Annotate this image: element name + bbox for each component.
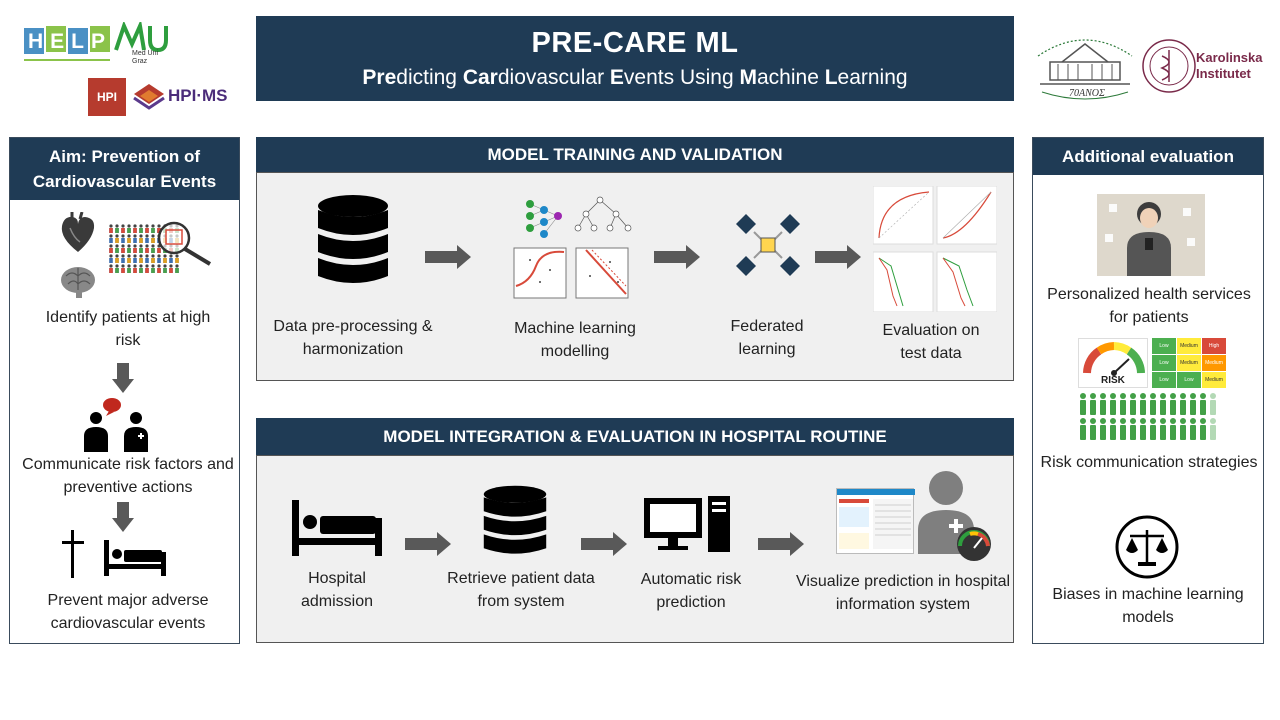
arrow-right (758, 532, 804, 561)
brain-icon (60, 264, 96, 305)
heart-icon (58, 211, 98, 259)
subtitle-part: achine (756, 66, 825, 89)
subtitle-part: vents Using (623, 66, 740, 89)
title-banner: PRE-CARE ML Predicting Cardiovascular Ev… (256, 16, 1014, 101)
arrow-right (654, 245, 700, 274)
subtitle-part: Car (462, 66, 498, 89)
personalized-health-image (1097, 194, 1205, 276)
ml-modelling-diagram (510, 186, 640, 300)
risk-cell: Medium (1202, 355, 1226, 371)
risk-cell: Medium (1202, 372, 1226, 388)
database-icon (316, 194, 390, 295)
integration-step-3-label: Automatic risk prediction (640, 571, 742, 611)
subtitle-part: Pre (362, 66, 397, 89)
subtitle-part: diovascular (497, 66, 610, 89)
scales-of-justice-icon (1114, 514, 1180, 585)
doctor-avatar-icon (916, 470, 996, 567)
integration-step-2-label: Retrieve patient data from system (447, 570, 595, 610)
risk-gauge-icon: RISK (1078, 338, 1148, 388)
evaluation-plots (872, 185, 998, 313)
subtitle-part: E (609, 66, 624, 89)
risk-cell: Low (1152, 338, 1176, 354)
page-subtitle: Predicting Cardiovascular Events Using M… (362, 66, 907, 90)
arrow-right (581, 532, 627, 561)
subtitle-part: M (739, 66, 757, 89)
subtitle-part: L (824, 66, 838, 89)
subtitle-part: dicting (396, 66, 463, 89)
additional-item-3-label: Biases in machine learning models (1052, 586, 1244, 626)
athens-university-logo: 70ΑΝΟΣ (1032, 26, 1138, 106)
magnifier-icon (154, 220, 214, 271)
database-icon (482, 485, 548, 564)
risk-cell: Medium (1177, 355, 1201, 371)
integration-step-4-label: Visualize prediction in hospital informa… (795, 573, 1011, 613)
training-step-2-label: Machine learning modelling (514, 320, 636, 360)
people-icon-array (1078, 392, 1224, 442)
aim-header: Aim: Prevention of Cardiovascular Events (10, 138, 239, 200)
aim-step-1-label: Identify patients at high risk (45, 309, 211, 349)
hpi-text: HPI (96, 90, 117, 104)
training-step-1-label: Data pre-processing & harmonization (273, 318, 433, 358)
karolinska-text-2: Institutet (1196, 66, 1251, 81)
risk-matrix: Low Medium High Low Medium Medium Low Lo… (1152, 338, 1226, 388)
risk-cell: High (1202, 338, 1226, 354)
down-arrow-2 (112, 502, 134, 537)
training-step-4-label: Evaluation on test data (882, 322, 980, 362)
training-header: MODEL TRAINING AND VALIDATION (256, 137, 1014, 172)
integration-step-1-label: Hospital admission (300, 570, 374, 610)
meduni-text: Med Uni Graz (132, 50, 159, 65)
subtitle-part: earning (837, 66, 908, 89)
karolinska-logo: Karolinska Institutet (1140, 26, 1266, 106)
hospital-bed-icon (104, 540, 166, 581)
additional-item-1-label: Personalized health services for patient… (1047, 286, 1251, 326)
arrow-right (815, 245, 861, 274)
additional-item-2-label: Risk communication strategies (1040, 454, 1258, 471)
hospital-bed-icon (292, 500, 382, 561)
athens-text: 70ΑΝΟΣ (1069, 88, 1105, 99)
federated-learning-icon (734, 212, 802, 283)
additional-header: Additional evaluation (1033, 138, 1263, 175)
arrow-right (425, 245, 471, 274)
aim-step-2-label: Communicate risk factors and preventive … (22, 456, 234, 496)
training-step-3-label: Federated learning (730, 318, 804, 358)
doctor-patient-icon (82, 396, 154, 459)
help-logo: HELP (22, 22, 112, 64)
computer-icon (644, 496, 732, 557)
risk-cell: Low (1152, 372, 1176, 388)
arrow-right (405, 532, 451, 561)
karolinska-text-1: Karolinska (1196, 50, 1263, 65)
hpims-text: HPI·MS (168, 86, 228, 105)
down-arrow-1 (112, 363, 134, 398)
hpi-logo: HPI (88, 78, 126, 116)
risk-cell: Medium (1177, 338, 1201, 354)
hpims-logo: HPI·MS (132, 80, 242, 112)
risk-word: RISK (1101, 375, 1125, 386)
his-screenshot (836, 488, 915, 554)
cross-icon (62, 530, 84, 583)
meduni-logo: Med Uni Graz (114, 19, 170, 68)
risk-cell: Low (1152, 355, 1176, 371)
help-text: HELP (28, 30, 113, 53)
page-title: PRE-CARE ML (531, 27, 739, 59)
integration-header: MODEL INTEGRATION & EVALUATION IN HOSPIT… (256, 418, 1014, 455)
risk-cell: Low (1177, 372, 1201, 388)
aim-step-3-label: Prevent major adverse cardiovascular eve… (47, 592, 209, 632)
